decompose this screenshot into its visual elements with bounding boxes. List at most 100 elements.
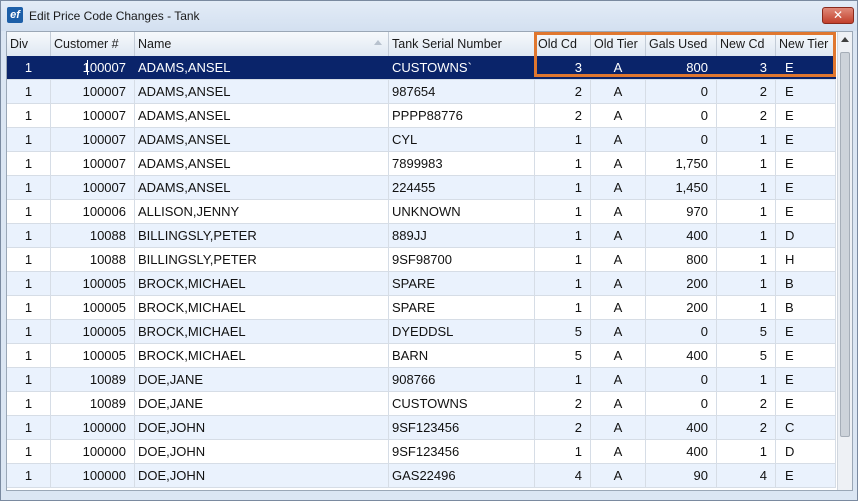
table-row[interactable]: 1 100000 DOE,JOHN 9SF123456 1 A 400 1 D <box>7 440 836 464</box>
cell-new-cd[interactable]: 5 <box>717 320 776 343</box>
cell-div[interactable]: 1 <box>7 80 51 103</box>
cell-serial[interactable]: CUSTOWNS <box>389 392 535 415</box>
table-row[interactable]: 1 100005 BROCK,MICHAEL DYEDDSL 5 A 0 5 E <box>7 320 836 344</box>
cell-new-cd[interactable]: 1 <box>717 296 776 319</box>
column-header-name[interactable]: Name <box>135 32 389 56</box>
column-header-serial[interactable]: Tank Serial Number <box>389 32 535 56</box>
cell-name[interactable]: DOE,JOHN <box>135 416 389 439</box>
cell-gals[interactable]: 0 <box>646 392 717 415</box>
cell-old-tier[interactable]: A <box>591 80 646 103</box>
cell-name[interactable]: BROCK,MICHAEL <box>135 320 389 343</box>
cell-new-cd[interactable]: 1 <box>717 440 776 463</box>
cell-new-tier[interactable]: B <box>776 296 836 319</box>
cell-old-tier[interactable]: A <box>591 440 646 463</box>
cell-gals[interactable]: 1,750 <box>646 152 717 175</box>
cell-name[interactable]: ADAMS,ANSEL <box>135 80 389 103</box>
cell-new-tier[interactable]: E <box>776 56 836 79</box>
cell-old-cd[interactable]: 4 <box>535 464 591 487</box>
cell-name[interactable]: BROCK,MICHAEL <box>135 272 389 295</box>
cell-old-tier[interactable]: A <box>591 272 646 295</box>
cell-old-tier[interactable]: A <box>591 152 646 175</box>
cell-serial[interactable]: CUSTOWNS` <box>389 56 535 79</box>
cell-new-cd[interactable]: 1 <box>717 248 776 271</box>
cell-name[interactable]: DOE,JANE <box>135 392 389 415</box>
cell-customer[interactable]: 10089 <box>51 368 135 391</box>
cell-name[interactable]: BILLINGSLY,PETER <box>135 224 389 247</box>
cell-old-cd[interactable]: 1 <box>535 368 591 391</box>
table-row[interactable]: 1 100005 BROCK,MICHAEL BARN 5 A 400 5 E <box>7 344 836 368</box>
cell-gals[interactable]: 200 <box>646 272 717 295</box>
cell-div[interactable]: 1 <box>7 296 51 319</box>
cell-div[interactable]: 1 <box>7 248 51 271</box>
cell-name[interactable]: ALLISON,JENNY <box>135 200 389 223</box>
cell-div[interactable]: 1 <box>7 104 51 127</box>
close-button[interactable]: ✕ <box>822 7 854 24</box>
table-row[interactable]: 1 10089 DOE,JANE 908766 1 A 0 1 E <box>7 368 836 392</box>
cell-serial[interactable]: PPPP88776 <box>389 104 535 127</box>
cell-old-cd[interactable]: 5 <box>535 344 591 367</box>
cell-new-cd[interactable]: 4 <box>717 464 776 487</box>
column-header-old-cd[interactable]: Old Cd <box>535 32 591 56</box>
column-header-div[interactable]: Div <box>7 32 51 56</box>
cell-gals[interactable]: 970 <box>646 200 717 223</box>
cell-old-cd[interactable]: 2 <box>535 392 591 415</box>
cell-old-tier[interactable]: A <box>591 464 646 487</box>
cell-gals[interactable]: 400 <box>646 224 717 247</box>
cell-old-cd[interactable]: 1 <box>535 128 591 151</box>
table-row[interactable]: 1 10089 DOE,JANE CUSTOWNS 2 A 0 2 E <box>7 392 836 416</box>
cell-old-cd[interactable]: 1 <box>535 176 591 199</box>
table-row[interactable]: 1 10088 BILLINGSLY,PETER 889JJ 1 A 400 1 D <box>7 224 836 248</box>
cell-old-cd[interactable]: 2 <box>535 416 591 439</box>
cell-customer[interactable]: 100005 <box>51 344 135 367</box>
cell-customer[interactable]: 100007 <box>51 104 135 127</box>
cell-new-tier[interactable]: E <box>776 152 836 175</box>
cell-new-cd[interactable]: 3 <box>717 56 776 79</box>
table-row[interactable]: 1 100007 ADAMS,ANSEL PPPP88776 2 A 0 2 E <box>7 104 836 128</box>
cell-customer[interactable]: 10088 <box>51 248 135 271</box>
cell-gals[interactable]: 0 <box>646 320 717 343</box>
cell-customer[interactable]: 100005 <box>51 296 135 319</box>
cell-old-tier[interactable]: A <box>591 344 646 367</box>
cell-serial[interactable]: 224455 <box>389 176 535 199</box>
cell-old-tier[interactable]: A <box>591 128 646 151</box>
cell-gals[interactable]: 0 <box>646 104 717 127</box>
cell-serial[interactable]: 7899983 <box>389 152 535 175</box>
cell-gals[interactable]: 800 <box>646 248 717 271</box>
cell-gals[interactable]: 90 <box>646 464 717 487</box>
cell-new-tier[interactable]: H <box>776 248 836 271</box>
cell-old-cd[interactable]: 1 <box>535 296 591 319</box>
cell-old-tier[interactable]: A <box>591 392 646 415</box>
cell-old-tier[interactable]: A <box>591 176 646 199</box>
cell-div[interactable]: 1 <box>7 392 51 415</box>
column-header-new-tier[interactable]: New Tier <box>776 32 836 56</box>
cell-gals[interactable]: 800 <box>646 56 717 79</box>
cell-div[interactable]: 1 <box>7 176 51 199</box>
cell-new-tier[interactable]: E <box>776 464 836 487</box>
cell-div[interactable]: 1 <box>7 440 51 463</box>
cell-new-cd[interactable]: 1 <box>717 176 776 199</box>
cell-customer[interactable]: 10088 <box>51 224 135 247</box>
cell-serial[interactable]: CYL <box>389 128 535 151</box>
cell-customer[interactable]: 100007 <box>51 152 135 175</box>
cell-old-cd[interactable]: 5 <box>535 320 591 343</box>
cell-new-tier[interactable]: C <box>776 416 836 439</box>
cell-new-cd[interactable]: 1 <box>717 200 776 223</box>
table-row[interactable]: 1 100000 DOE,JOHN 9SF123456 2 A 400 2 C <box>7 416 836 440</box>
table-row[interactable]: 1 100006 ALLISON,JENNY UNKNOWN 1 A 970 1 E <box>7 200 836 224</box>
column-header-gals-used[interactable]: Gals Used <box>646 32 717 56</box>
cell-serial[interactable]: 889JJ <box>389 224 535 247</box>
cell-div[interactable]: 1 <box>7 56 51 79</box>
cell-gals[interactable]: 1,450 <box>646 176 717 199</box>
cell-old-cd[interactable]: 2 <box>535 80 591 103</box>
cell-new-tier[interactable]: E <box>776 200 836 223</box>
table-row[interactable]: 1 10088 BILLINGSLY,PETER 9SF98700 1 A 800 1 H <box>7 248 836 272</box>
cell-serial[interactable]: SPARE <box>389 296 535 319</box>
cell-new-tier[interactable]: E <box>776 320 836 343</box>
cell-new-tier[interactable]: D <box>776 224 836 247</box>
cell-old-cd[interactable]: 1 <box>535 152 591 175</box>
cell-div[interactable]: 1 <box>7 464 51 487</box>
cell-old-tier[interactable]: A <box>591 200 646 223</box>
cell-serial[interactable]: UNKNOWN <box>389 200 535 223</box>
cell-new-cd[interactable]: 1 <box>717 152 776 175</box>
cell-customer[interactable]: 100000 <box>51 464 135 487</box>
